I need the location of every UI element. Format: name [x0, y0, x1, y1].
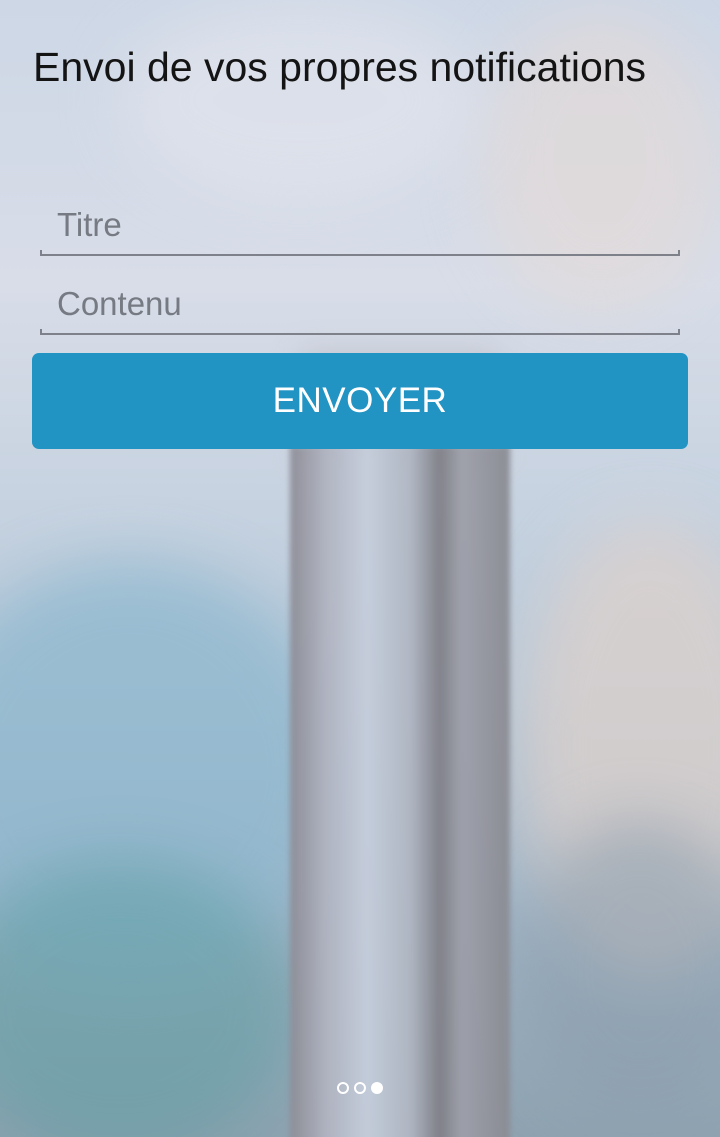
- content-field: [40, 275, 680, 335]
- content-underline: [40, 329, 680, 335]
- content-input[interactable]: [40, 275, 680, 333]
- page-dot-3-active[interactable]: [371, 1082, 383, 1094]
- send-button[interactable]: ENVOYER: [32, 353, 688, 449]
- page-dot-2[interactable]: [354, 1082, 366, 1094]
- title-field: [40, 196, 680, 256]
- title-input[interactable]: [40, 196, 680, 254]
- page-indicator: [0, 1082, 720, 1094]
- page-title: Envoi de vos propres notifications: [33, 44, 647, 90]
- title-underline: [40, 250, 680, 256]
- notification-form-screen: Envoi de vos propres notifications ENVOY…: [0, 0, 720, 1137]
- page-dot-1[interactable]: [337, 1082, 349, 1094]
